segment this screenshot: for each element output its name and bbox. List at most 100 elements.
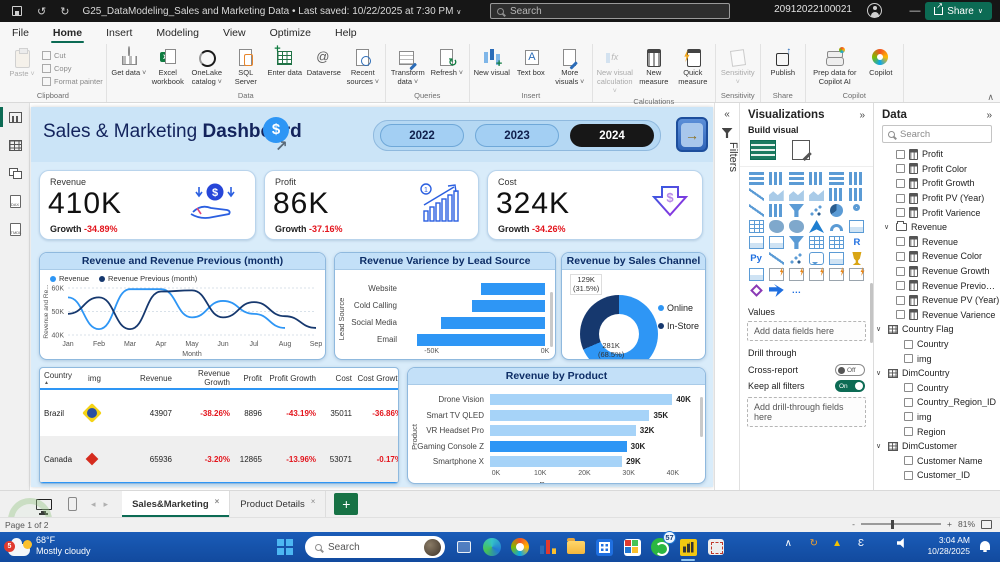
transform-data-button[interactable]: Transform data — [389, 46, 427, 90]
notification-bell-icon[interactable] — [980, 541, 990, 550]
fit-to-page-icon[interactable] — [981, 520, 992, 529]
model-view-button[interactable] — [0, 159, 30, 187]
bar[interactable] — [490, 441, 627, 452]
share-button[interactable]: Share∨ — [925, 2, 992, 20]
ribbon-tab-home[interactable]: Home — [41, 23, 94, 43]
text-box-button[interactable]: Text box — [512, 46, 550, 90]
expand-chevron[interactable]: ∨ — [884, 223, 892, 231]
visual-type-icon[interactable] — [789, 188, 804, 201]
field-checkbox[interactable] — [896, 252, 905, 261]
ribbon-tab-file[interactable]: File — [0, 23, 41, 43]
sync-icon[interactable]: ↻ — [810, 538, 818, 549]
edge-browser-button[interactable] — [481, 536, 503, 558]
keep-all-filters-toggle[interactable]: On — [835, 380, 865, 392]
visual-type-icon[interactable] — [769, 252, 784, 265]
tray-expand-icon[interactable]: ∧ — [785, 538, 792, 549]
weather-widget[interactable]: 5 68°FMostly cloudy — [8, 535, 91, 558]
start-button[interactable] — [277, 539, 293, 555]
field-checkbox[interactable] — [896, 194, 905, 203]
field-row[interactable]: ∨ Profit — [874, 147, 1000, 162]
format-painter-button[interactable]: Format painter — [42, 75, 103, 88]
next-page-button[interactable]: → — [676, 117, 708, 152]
build-visual-mode-icon[interactable] — [750, 140, 776, 160]
year-button-2024[interactable]: 2024 — [570, 124, 654, 147]
app-tray-icon[interactable]: Ɛ — [858, 538, 864, 549]
copilot-button[interactable] — [509, 536, 531, 558]
column-header[interactable]: Profit Growth — [262, 374, 316, 383]
recent-sources-button[interactable]: Recent sources — [344, 46, 382, 90]
column-header[interactable]: Cost — [316, 374, 352, 383]
visual-type-icon[interactable] — [853, 204, 860, 211]
field-checkbox[interactable] — [904, 412, 913, 421]
visual-type-icon[interactable] — [749, 220, 764, 233]
microsoft-store-button[interactable] — [621, 536, 643, 558]
add-drill-through-dropzone[interactable]: Add drill-through fields here — [747, 397, 866, 427]
table-header-row[interactable]: CountryimgRevenueRevenue GrowthProfitPro… — [40, 368, 398, 390]
paste-button[interactable]: Paste — [3, 46, 41, 90]
visual-type-icon[interactable] — [769, 268, 784, 281]
zoom-slider[interactable] — [861, 523, 941, 525]
lead-source-chart-card[interactable]: Revenue Varience by Lead Source Lead Sou… — [334, 252, 556, 360]
field-checkbox[interactable] — [896, 296, 905, 305]
field-checkbox[interactable] — [896, 237, 905, 246]
visual-type-icon[interactable] — [749, 188, 764, 201]
visual-type-icon[interactable] — [809, 172, 824, 185]
ribbon-tab-help[interactable]: Help — [323, 23, 369, 43]
prep-data-for-copilot-ai-button[interactable]: Prep data for Copilot AI — [809, 46, 861, 90]
dataverse-button[interactable]: Dataverse — [305, 46, 343, 90]
bar[interactable] — [441, 317, 545, 329]
visual-type-icon[interactable] — [849, 268, 864, 281]
task-view-button[interactable] — [453, 536, 475, 558]
field-checkbox[interactable] — [896, 267, 905, 276]
add-data-fields-dropzone[interactable]: Add data fields here — [747, 321, 866, 341]
column-header[interactable]: img — [88, 374, 132, 383]
field-row[interactable]: ∨ Profit Growth — [874, 176, 1000, 191]
cut-button[interactable]: Cut — [42, 49, 103, 62]
field-checkbox[interactable] — [904, 471, 913, 480]
publish-button[interactable]: Publish — [764, 46, 802, 90]
visual-type-icon[interactable] — [849, 252, 864, 265]
excel-workbook-button[interactable]: Excel workbook — [149, 46, 187, 90]
bar[interactable] — [490, 394, 672, 405]
format-visual-mode-icon[interactable] — [792, 140, 810, 160]
bar[interactable] — [417, 334, 545, 346]
field-row[interactable]: ∨ Revenue — [874, 220, 1000, 235]
field-row[interactable]: ∨ Profit PV (Year) — [874, 191, 1000, 206]
zoom-control[interactable]: - + 81% — [852, 519, 992, 529]
visual-type-icon[interactable]: R — [849, 236, 864, 249]
new-visual-button[interactable]: New visual — [473, 46, 511, 90]
ribbon-tab-view[interactable]: View — [211, 23, 258, 43]
visual-type-icon[interactable] — [849, 220, 864, 233]
visual-type-icon[interactable] — [809, 188, 824, 201]
column-header[interactable]: Profit — [230, 374, 262, 383]
field-row[interactable]: ∨ Profit Color — [874, 162, 1000, 177]
product-chart-card[interactable]: Revenue by Product Product Drone Vision4… — [407, 367, 706, 484]
save-icon[interactable] — [12, 6, 22, 16]
zoom-in-icon[interactable]: + — [947, 519, 952, 529]
new-page-button[interactable]: + — [334, 493, 358, 515]
collapse-pane-icon[interactable]: » — [986, 110, 992, 121]
collapse-pane-icon[interactable]: » — [859, 110, 865, 121]
more-visuals-button[interactable]: More visuals — [551, 46, 589, 90]
visual-type-icon[interactable] — [789, 236, 804, 249]
bar[interactable] — [490, 425, 636, 436]
field-row[interactable]: ∨ img — [874, 410, 1000, 425]
visual-type-icon[interactable] — [769, 236, 784, 249]
app-grid-button[interactable] — [593, 536, 615, 558]
zoom-out-icon[interactable]: - — [852, 519, 855, 529]
field-row[interactable]: ∨ Region — [874, 424, 1000, 439]
bar[interactable] — [490, 410, 649, 421]
get-data-button[interactable]: Get data — [110, 46, 148, 90]
clock[interactable]: 3:04 AM10/28/2025 — [927, 535, 970, 558]
kpi-card-cost[interactable]: Cost 324K Growth -34.26% $ — [487, 170, 703, 240]
page-tab-sales-marketing[interactable]: Sales&Marketing× — [122, 491, 230, 518]
visual-type-icon[interactable] — [830, 224, 843, 231]
visual-type-icon[interactable] — [749, 236, 764, 249]
field-checkbox[interactable] — [896, 164, 905, 173]
new-visual-calculation-button[interactable]: New visual calculation — [596, 46, 634, 96]
sql-server-button[interactable]: SQL Server — [227, 46, 265, 90]
visual-type-icon[interactable] — [809, 236, 824, 249]
volume-icon[interactable] — [897, 538, 908, 548]
year-button-2022[interactable]: 2022 — [380, 124, 464, 147]
field-checkbox[interactable] — [904, 427, 913, 436]
